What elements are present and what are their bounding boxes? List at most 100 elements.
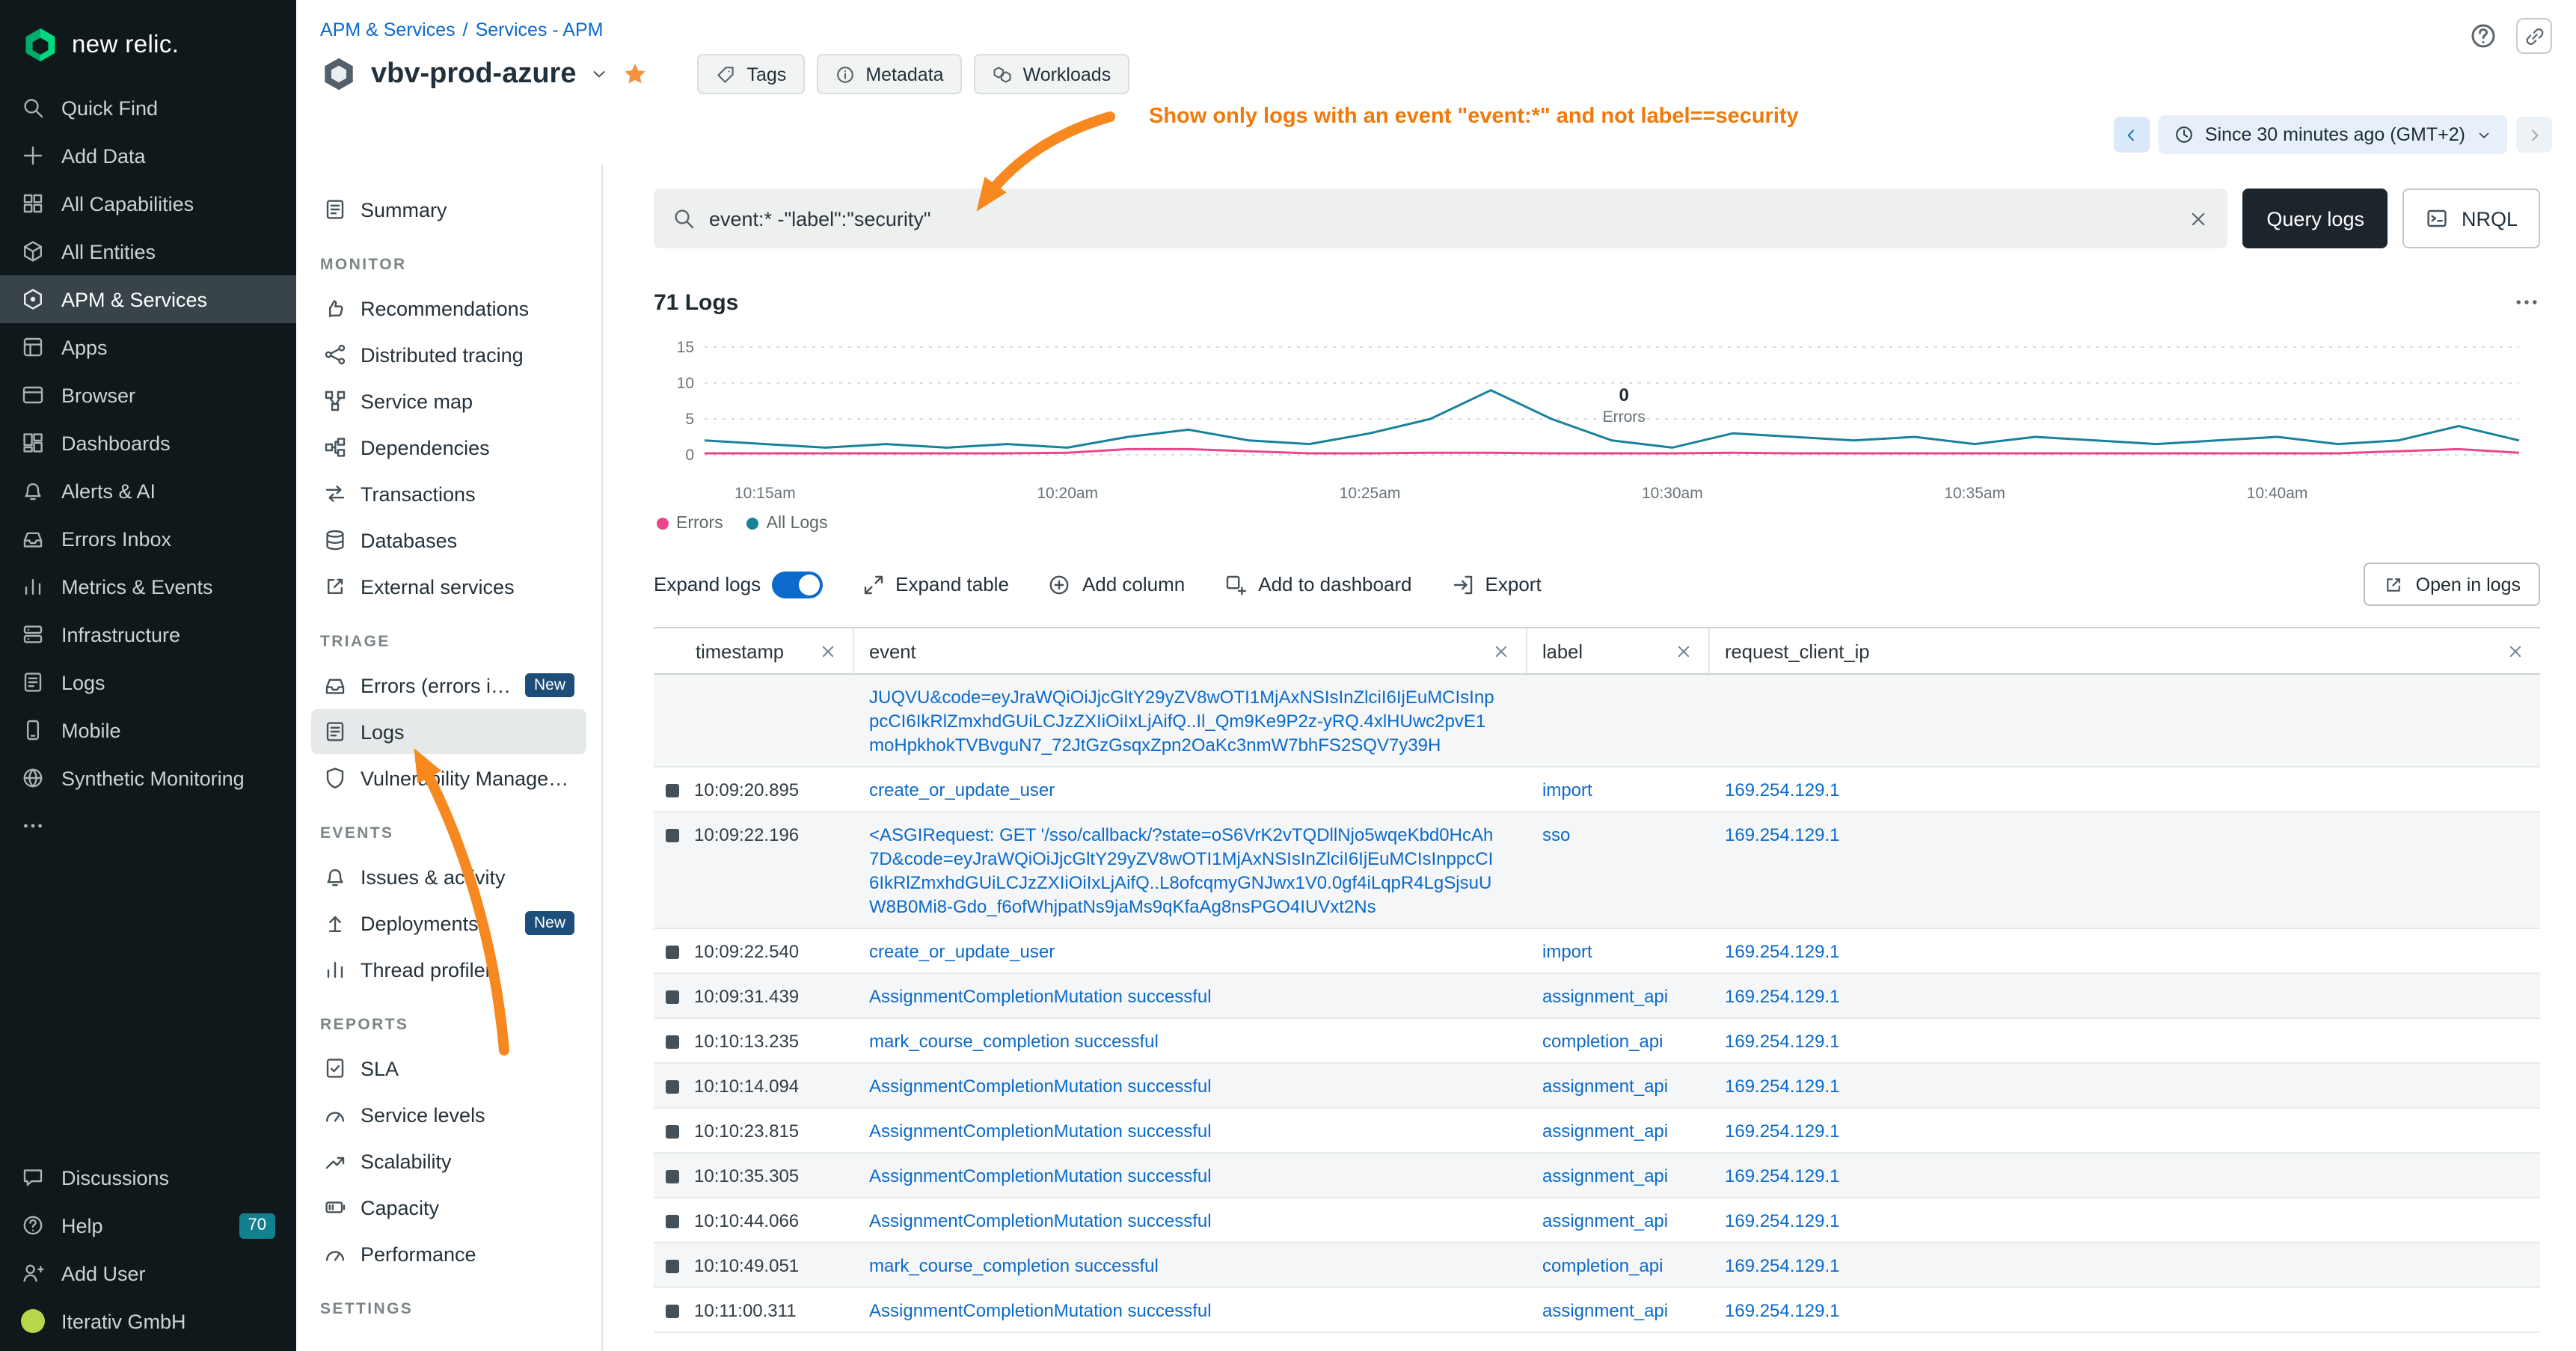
expand-table-button[interactable]: Expand table bbox=[861, 572, 1009, 596]
label-link[interactable]: completion_api bbox=[1542, 1255, 1663, 1276]
ip-link[interactable]: 169.254.129.1 bbox=[1725, 986, 1840, 1007]
expand-logs-toggle[interactable] bbox=[771, 571, 822, 598]
nrql-button[interactable]: NRQL bbox=[2403, 189, 2540, 248]
remove-column-icon[interactable] bbox=[1491, 641, 1511, 661]
row-expand-handle[interactable] bbox=[666, 1079, 679, 1093]
row-expand-handle[interactable] bbox=[666, 1259, 679, 1272]
log-query-bar[interactable] bbox=[654, 189, 2227, 248]
row-expand-handle[interactable] bbox=[666, 1124, 679, 1138]
column-header-timestamp[interactable]: timestamp bbox=[654, 628, 854, 673]
remove-column-icon[interactable] bbox=[2506, 641, 2525, 661]
breadcrumb-link-apm[interactable]: APM & Services bbox=[320, 19, 456, 40]
column-header-label[interactable]: label bbox=[1527, 628, 1710, 673]
sidebar-item-apps[interactable]: Apps bbox=[0, 323, 296, 371]
entity-nav-item-sla[interactable]: SLA bbox=[311, 1046, 586, 1091]
row-expand-handle[interactable] bbox=[666, 1304, 679, 1317]
sidebar-item-discussions[interactable]: Discussions bbox=[0, 1154, 296, 1201]
export-button[interactable]: Export bbox=[1451, 572, 1542, 596]
sidebar-item-quick-find[interactable]: Quick Find bbox=[0, 84, 296, 132]
log-row[interactable]: 10:09:20.895create_or_update_userimport1… bbox=[654, 768, 2540, 812]
entity-nav-item-errors-errors-inb[interactable]: Errors (errors inb...New bbox=[311, 663, 586, 708]
log-row[interactable]: 10:09:31.439AssignmentCompletionMutation… bbox=[654, 974, 2540, 1019]
breadcrumb-link-services[interactable]: Services - APM bbox=[476, 19, 604, 40]
entity-nav-item-external-services[interactable]: External services bbox=[311, 564, 586, 609]
workloads-button[interactable]: Workloads bbox=[974, 54, 1129, 94]
sidebar-item-add-user[interactable]: Add User bbox=[0, 1249, 296, 1297]
ip-link[interactable]: 169.254.129.1 bbox=[1725, 941, 1840, 962]
event-link[interactable]: <ASGIRequest: GET '/sso/callback/?state=… bbox=[869, 824, 1493, 917]
event-link[interactable]: AssignmentCompletionMutation successful bbox=[869, 1165, 1212, 1186]
ip-link[interactable]: 169.254.129.1 bbox=[1725, 824, 1840, 845]
log-row[interactable]: 10:10:23.815AssignmentCompletionMutation… bbox=[654, 1109, 2540, 1154]
entity-nav-item-logs[interactable]: Logs bbox=[311, 709, 586, 754]
ip-link[interactable]: 169.254.129.1 bbox=[1725, 1031, 1840, 1052]
add-column-button[interactable]: Add column bbox=[1048, 572, 1185, 596]
log-row[interactable]: 10:10:49.051mark_course_completion succe… bbox=[654, 1243, 2540, 1288]
ip-link[interactable]: 169.254.129.1 bbox=[1725, 1255, 1840, 1276]
entity-nav-item-summary[interactable]: Summary bbox=[311, 187, 586, 232]
time-picker[interactable]: Since 30 minutes ago (GMT+2) bbox=[2159, 115, 2507, 154]
row-expand-handle[interactable] bbox=[666, 990, 679, 1003]
label-link[interactable]: sso bbox=[1542, 824, 1570, 845]
label-link[interactable]: assignment_api bbox=[1542, 1121, 1668, 1142]
row-expand-handle[interactable] bbox=[666, 1169, 679, 1183]
event-link[interactable]: mark_course_completion successful bbox=[869, 1255, 1159, 1276]
event-link[interactable]: AssignmentCompletionMutation successful bbox=[869, 1210, 1212, 1231]
label-link[interactable]: assignment_api bbox=[1542, 1165, 1668, 1186]
sidebar-item-all-entities[interactable]: All Entities bbox=[0, 227, 296, 275]
sidebar-item-more[interactable] bbox=[0, 802, 296, 850]
entity-nav-item-databases[interactable]: Databases bbox=[311, 518, 586, 563]
entity-nav-item-performance[interactable]: Performance bbox=[311, 1231, 586, 1276]
label-link[interactable]: import bbox=[1542, 941, 1592, 962]
sidebar-item-errors-inbox[interactable]: Errors Inbox bbox=[0, 515, 296, 563]
event-link[interactable]: AssignmentCompletionMutation successful bbox=[869, 1076, 1212, 1097]
ip-link[interactable]: 169.254.129.1 bbox=[1725, 1165, 1840, 1186]
log-row[interactable]: 10:10:44.066AssignmentCompletionMutation… bbox=[654, 1198, 2540, 1243]
clear-query-icon[interactable] bbox=[2187, 207, 2209, 230]
label-link[interactable]: assignment_api bbox=[1542, 986, 1668, 1007]
time-back-button[interactable] bbox=[2114, 117, 2150, 153]
ip-link[interactable]: 169.254.129.1 bbox=[1725, 1210, 1840, 1231]
row-expand-handle[interactable] bbox=[666, 1035, 679, 1048]
remove-column-icon[interactable] bbox=[1674, 641, 1693, 661]
entity-nav-item-scalability[interactable]: Scalability bbox=[311, 1139, 586, 1183]
event-link[interactable]: AssignmentCompletionMutation successful bbox=[869, 986, 1212, 1007]
entity-nav-item-distributed-tracing[interactable]: Distributed tracing bbox=[311, 332, 586, 377]
ip-link[interactable]: 169.254.129.1 bbox=[1725, 1121, 1840, 1142]
help-icon[interactable] bbox=[2468, 21, 2498, 51]
open-in-logs-button[interactable]: Open in logs bbox=[2364, 563, 2540, 606]
sidebar-item-synthetic-monitoring[interactable]: Synthetic Monitoring bbox=[0, 754, 296, 802]
sidebar-item-help[interactable]: Help70 bbox=[0, 1201, 296, 1249]
log-row[interactable]: 10:10:35.305AssignmentCompletionMutation… bbox=[654, 1154, 2540, 1198]
event-link[interactable]: AssignmentCompletionMutation successful bbox=[869, 1121, 1212, 1142]
add-to-dashboard-button[interactable]: Add to dashboard bbox=[1224, 572, 1411, 596]
metadata-button[interactable]: Metadata bbox=[816, 54, 961, 94]
remove-column-icon[interactable] bbox=[818, 641, 838, 661]
sidebar-item-iterativ-gmbh[interactable]: Iterativ GmbH bbox=[0, 1297, 296, 1345]
log-row[interactable]: 10:11:00.311AssignmentCompletionMutation… bbox=[654, 1288, 2540, 1333]
favorite-star-icon[interactable] bbox=[623, 61, 648, 87]
time-forward-button[interactable] bbox=[2516, 117, 2552, 153]
log-row[interactable]: 10:09:22.196<ASGIRequest: GET '/sso/call… bbox=[654, 812, 2540, 929]
sidebar-item-metrics-events[interactable]: Metrics & Events bbox=[0, 563, 296, 610]
label-link[interactable]: assignment_api bbox=[1542, 1300, 1668, 1321]
row-expand-handle[interactable] bbox=[666, 828, 679, 842]
sidebar-item-add-data[interactable]: Add Data bbox=[0, 132, 296, 180]
entity-nav-item-service-levels[interactable]: Service levels bbox=[311, 1092, 586, 1137]
entity-nav-item-capacity[interactable]: Capacity bbox=[311, 1185, 586, 1230]
row-expand-handle[interactable] bbox=[666, 945, 679, 958]
tags-button[interactable]: Tags bbox=[698, 54, 805, 94]
column-header-event[interactable]: event bbox=[854, 628, 1527, 673]
panel-menu-icon[interactable] bbox=[2513, 289, 2540, 316]
event-link[interactable]: create_or_update_user bbox=[869, 941, 1055, 962]
label-link[interactable]: completion_api bbox=[1542, 1031, 1663, 1052]
row-expand-handle[interactable] bbox=[666, 783, 679, 797]
log-row[interactable]: 10:10:14.094AssignmentCompletionMutation… bbox=[654, 1064, 2540, 1109]
sidebar-item-alerts-ai[interactable]: Alerts & AI bbox=[0, 467, 296, 515]
entity-nav-item-deployments[interactable]: DeploymentsNew bbox=[311, 901, 586, 946]
sidebar-item-mobile[interactable]: Mobile bbox=[0, 706, 296, 754]
label-link[interactable]: assignment_api bbox=[1542, 1076, 1668, 1097]
ip-link[interactable]: 169.254.129.1 bbox=[1725, 779, 1840, 800]
entity-switcher-chevron-icon[interactable] bbox=[590, 64, 610, 84]
sidebar-item-logs[interactable]: Logs bbox=[0, 658, 296, 706]
